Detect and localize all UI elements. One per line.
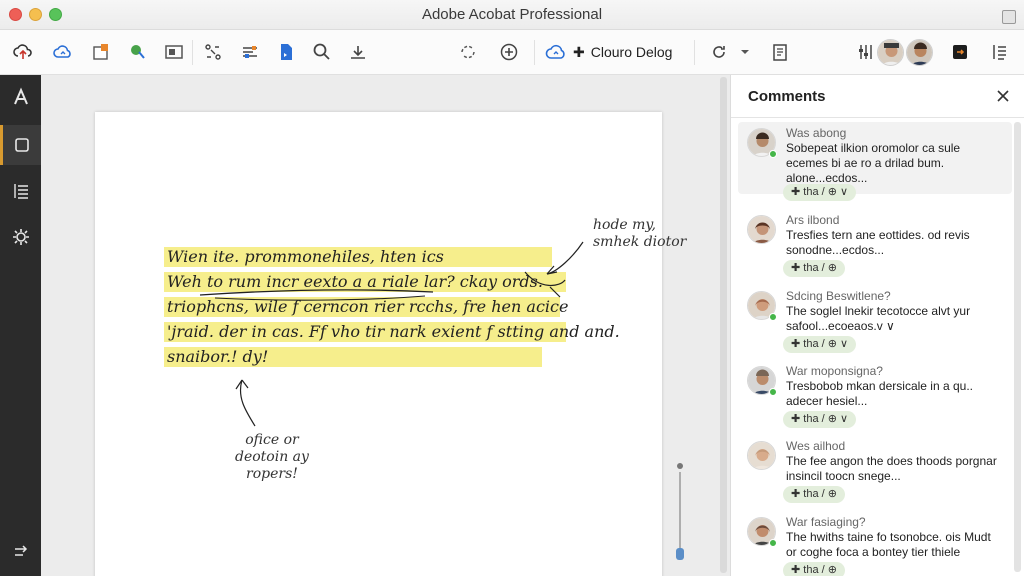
avatar <box>747 215 776 244</box>
add-circle-icon[interactable] <box>497 40 521 64</box>
main-toolbar: ✚ Clouro Delog <box>0 30 1024 75</box>
reaction-chip[interactable]: ✚ tha / ⊕ ∨ <box>783 411 857 428</box>
comment-text: The fee angon the does thoods porgnar in… <box>786 454 997 483</box>
layout-icon[interactable] <box>238 40 262 64</box>
title-bar: Adobe Acobat Professional <box>0 0 1024 30</box>
file-icon[interactable] <box>274 40 298 64</box>
more-icon[interactable] <box>987 40 1011 64</box>
comment-item[interactable]: Sdcing Beswitlene? The soglel lnekir tec… <box>738 285 1012 357</box>
comment-text: Sobepeat ilkion oromolor ca sule ecemes … <box>786 141 961 185</box>
toolbar-divider <box>694 40 695 65</box>
reaction-chip[interactable]: ✚ tha / ⊕ <box>783 486 845 503</box>
online-status-dot <box>769 313 777 321</box>
present-icon[interactable] <box>948 40 972 64</box>
cloud-dialog-button[interactable]: ✚ Clouro Delog <box>545 38 672 66</box>
refresh-icon[interactable] <box>707 40 731 64</box>
left-tool-rail <box>0 75 41 576</box>
zoom-slider[interactable] <box>676 462 684 562</box>
handwritten-note[interactable]: hode my, smhek diotor <box>593 217 686 251</box>
cloud-sync-icon[interactable] <box>51 40 75 64</box>
comment-text: The soglel lnekir tecotocce alvt yur saf… <box>786 304 971 333</box>
rotate-icon[interactable] <box>456 40 480 64</box>
close-icon[interactable] <box>994 87 1012 105</box>
comment-item[interactable]: Wes ailhod The fee angon the does thoods… <box>738 435 1012 507</box>
comment-author: Wes ailhod <box>786 439 846 453</box>
window-menu-icon[interactable] <box>1002 10 1016 24</box>
panel-scrollbar[interactable] <box>1014 122 1021 572</box>
document-page: Wien ite. prommonehiles, hten ics Weh to… <box>95 112 686 576</box>
reaction-chip[interactable]: ✚ tha / ⊕ ∨ <box>783 336 857 353</box>
comment-author: Ars ilbond <box>786 213 840 227</box>
reaction-chip[interactable]: ✚ tha / ⊕ <box>783 562 845 576</box>
document-canvas: Wien ite. prommonehiles, hten ics Weh to… <box>41 75 730 576</box>
avatar <box>747 441 776 470</box>
toolbar-divider <box>534 40 535 65</box>
share-back-icon[interactable] <box>0 531 41 571</box>
comment-author: War fasiaging? <box>786 515 866 529</box>
text-tool-icon[interactable] <box>0 77 41 117</box>
highlighted-line[interactable]: Wien ite. prommonehiles, hten ics <box>164 247 552 267</box>
canvas-scrollbar[interactable] <box>720 77 727 573</box>
online-status-dot <box>769 539 777 547</box>
upload-cloud-icon[interactable] <box>11 40 35 64</box>
panel-title: Comments <box>748 88 826 105</box>
comment-text: Tresfies tern ane eottides. od revis son… <box>786 228 970 257</box>
pages-icon[interactable] <box>0 125 41 165</box>
highlighted-line[interactable]: triophcns, wile f cerncon rier rcchs, fr… <box>164 297 568 317</box>
toolbar-divider <box>192 40 193 65</box>
notes-icon[interactable] <box>768 40 792 64</box>
highlighted-line[interactable]: snaibor.! dy! <box>164 347 542 367</box>
comment-item[interactable]: Was abong Sobepeat ilkion oromolor ca su… <box>738 122 1012 201</box>
search-icon[interactable] <box>310 40 334 64</box>
avatar[interactable] <box>877 39 904 66</box>
gear-icon[interactable] <box>0 217 41 257</box>
handwritten-note[interactable]: ofice or deotoin ay ropers! <box>235 432 309 483</box>
comment-item[interactable]: Ars ilbond Tresfies tern ane eottides. o… <box>738 209 1012 281</box>
organize-icon[interactable] <box>201 40 225 64</box>
panel-header: Comments <box>731 75 1024 118</box>
online-status-dot <box>769 150 777 158</box>
comment-author: Sdcing Beswitlene? <box>786 289 891 303</box>
comment-item[interactable]: War moponsigna? Tresbobob mkan dersicale… <box>738 360 1012 432</box>
reaction-chip[interactable]: ✚ tha / ⊕ ∨ <box>783 184 857 201</box>
settings-sliders-icon[interactable] <box>854 40 878 64</box>
list-icon[interactable] <box>0 171 41 211</box>
chevron-down-icon[interactable] <box>733 40 757 64</box>
plus-glyph: ✚ <box>573 43 585 60</box>
export-icon[interactable] <box>89 40 113 64</box>
online-status-dot <box>769 388 777 396</box>
ink-annotations <box>199 241 584 427</box>
avatar[interactable] <box>906 39 933 66</box>
text-size-icon[interactable] <box>346 40 370 64</box>
tag-icon[interactable] <box>126 40 150 64</box>
presentation-icon[interactable] <box>162 40 186 64</box>
comment-text: Tresbobob mkan dersicale in a qu.. adece… <box>786 379 973 408</box>
highlighted-line[interactable]: Weh to rum incr eexto a a riale lar? cka… <box>164 272 566 292</box>
reaction-chip[interactable]: ✚ tha / ⊕ <box>783 260 845 277</box>
comments-panel: Comments Was abong Sobepeat ilkion oromo… <box>730 75 1024 576</box>
cloud-icon <box>545 44 565 59</box>
comment-item[interactable]: War fasiaging? The hwiths taine fo tsono… <box>738 511 1012 576</box>
window-title: Adobe Acobat Professional <box>421 6 603 23</box>
cloud-dialog-label: Clouro Delog <box>590 44 673 60</box>
comment-author: Was abong <box>786 126 847 140</box>
highlighted-line[interactable]: 'jraid. der in cas. Ff vho tir nark exie… <box>164 322 620 342</box>
comment-author: War moponsigna? <box>786 364 883 378</box>
